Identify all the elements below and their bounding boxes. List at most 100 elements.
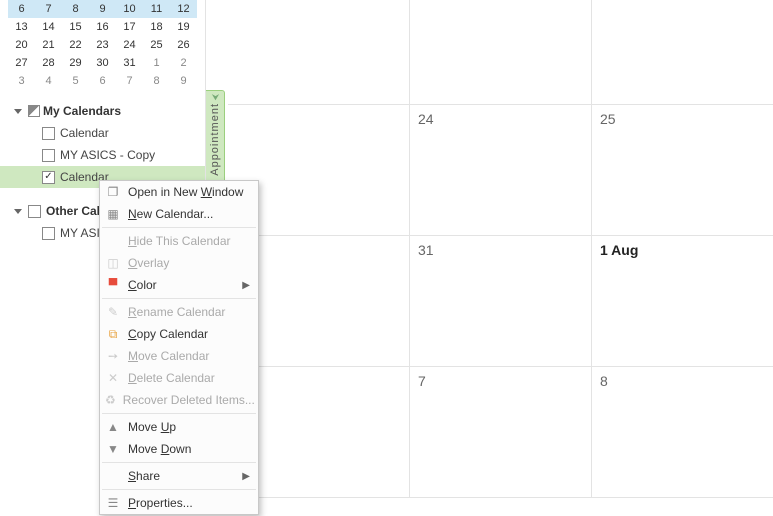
caret-down-icon [14,109,22,114]
mini-cal-day[interactable]: 6 [8,0,35,18]
group-checkbox[interactable] [28,205,41,218]
mini-cal-day[interactable]: 8 [62,0,89,18]
menu-item-label: New Calendar... [128,207,250,221]
menu-item[interactable]: ▦ New Calendar... [100,203,258,225]
copy-icon: ⧉ [105,326,121,342]
menu-item[interactable]: ☰Properties... [100,492,258,514]
move-icon: ➙ [105,348,121,364]
tree-group-my[interactable]: My Calendars [0,100,205,122]
menu-item-label: Recover Deleted Items... [123,393,255,407]
menu-item: ✕Delete Calendar [100,367,258,389]
mini-cal-day[interactable]: 9 [89,0,116,18]
mini-cal-day[interactable]: 15 [62,18,89,36]
window-icon: ❐ [105,184,121,200]
menu-item[interactable]: Share▶ [100,465,258,487]
day-cell[interactable]: 8 [591,367,773,497]
appointment-tab-label: Appointment [209,103,221,176]
mini-cal-day[interactable]: 8 [143,72,170,90]
day-cell[interactable]: 1 Aug [591,236,773,366]
caret-down-icon [14,209,22,214]
calendar-checkbox[interactable] [42,149,55,162]
tree-group-label: My Calendars [43,104,121,118]
mini-cal-day[interactable]: 4 [35,72,62,90]
mini-cal-day[interactable]: 16 [89,18,116,36]
day-cell[interactable] [409,0,591,104]
mini-cal-day[interactable]: 13 [8,18,35,36]
color-icon: ▀ [105,277,121,293]
menu-item-label: Move Up [128,420,250,434]
mini-cal-day[interactable]: 11 [143,0,170,18]
mini-cal-day[interactable]: 6 [89,72,116,90]
grid-icon: ▦ [105,206,121,222]
mini-cal-day[interactable]: 7 [116,72,143,90]
mini-cal-day[interactable]: 9 [170,72,197,90]
menu-item[interactable]: ⧉ Copy Calendar [100,323,258,345]
mini-cal-day[interactable]: 29 [62,54,89,72]
menu-item: ◫Overlay [100,252,258,274]
mini-cal-day[interactable]: 7 [35,0,62,18]
menu-item-label: Move Down [128,442,250,456]
submenu-arrow-icon: ▶ [242,471,250,482]
mini-cal-day[interactable]: 14 [35,18,62,36]
day-cell[interactable]: 24 [409,105,591,235]
rename-icon: ✎ [105,304,121,320]
blank-icon [105,468,121,484]
mini-cal-day[interactable]: 31 [116,54,143,72]
menu-item[interactable]: ▀ Color▶ [100,274,258,296]
props-icon: ☰ [105,495,121,511]
mini-cal-day[interactable]: 30 [89,54,116,72]
calendar-item[interactable]: MY ASICS - Copy [0,144,205,166]
menu-item[interactable]: ▲ Move Up [100,416,258,438]
month-grid[interactable]: 2425 311 Aug 78 [228,0,773,494]
mini-cal-day[interactable]: 17 [116,18,143,36]
menu-item-label: Share [128,469,242,483]
menu-item-label: Rename Calendar [128,305,250,319]
mini-cal-day[interactable]: 19 [170,18,197,36]
mini-cal-day[interactable]: 23 [89,36,116,54]
overlay-icon: ◫ [105,255,121,271]
day-cell[interactable]: 25 [591,105,773,235]
mini-calendar[interactable]: 6789101112131415161718192021222324252627… [8,0,197,90]
down-icon: ▼ [105,441,121,457]
day-cell[interactable] [591,0,773,104]
calendar-label: MY ASICS - Copy [60,148,155,162]
mini-cal-day[interactable]: 18 [143,18,170,36]
submenu-arrow-icon: ▶ [242,280,250,291]
mini-cal-day[interactable]: 24 [116,36,143,54]
mini-cal-day[interactable]: 10 [116,0,143,18]
mini-cal-day[interactable]: 27 [8,54,35,72]
menu-item[interactable]: ▼ Move Down [100,438,258,460]
menu-item-label: Color [128,278,242,292]
menu-item: ➙ Move Calendar [100,345,258,367]
appointment-panel-toggle[interactable]: ⮜ Appointment [206,90,225,188]
mini-cal-day[interactable]: 20 [8,36,35,54]
calendar-checkbox[interactable] [42,127,55,140]
calendar-checkbox[interactable] [42,227,55,240]
blank-icon [105,233,121,249]
calendar-item[interactable]: Calendar [0,122,205,144]
menu-item-label: Delete Calendar [128,371,250,385]
mini-cal-day[interactable]: 5 [62,72,89,90]
group-checkbox-icon [28,105,40,117]
mini-cal-day[interactable]: 3 [8,72,35,90]
context-menu: ❐Open in New Window▦New Calendar...Hide … [99,180,259,515]
menu-item: ✎ Rename Calendar [100,301,258,323]
menu-item-label: Copy Calendar [128,327,250,341]
menu-item: ♻Recover Deleted Items... [100,389,258,411]
expand-icon: ⮜ [210,93,220,100]
mini-cal-day[interactable]: 25 [143,36,170,54]
mini-cal-day[interactable]: 22 [62,36,89,54]
mini-cal-day[interactable]: 1 [143,54,170,72]
day-cell[interactable]: 31 [409,236,591,366]
mini-cal-day[interactable]: 12 [170,0,197,18]
day-cell[interactable]: 7 [409,367,591,497]
day-cell[interactable] [228,0,409,104]
mini-cal-day[interactable]: 26 [170,36,197,54]
mini-cal-day[interactable]: 21 [35,36,62,54]
up-icon: ▲ [105,419,121,435]
calendar-checkbox[interactable] [42,171,55,184]
mini-cal-day[interactable]: 2 [170,54,197,72]
menu-item-label: Move Calendar [128,349,250,363]
mini-cal-day[interactable]: 28 [35,54,62,72]
menu-item[interactable]: ❐Open in New Window [100,181,258,203]
